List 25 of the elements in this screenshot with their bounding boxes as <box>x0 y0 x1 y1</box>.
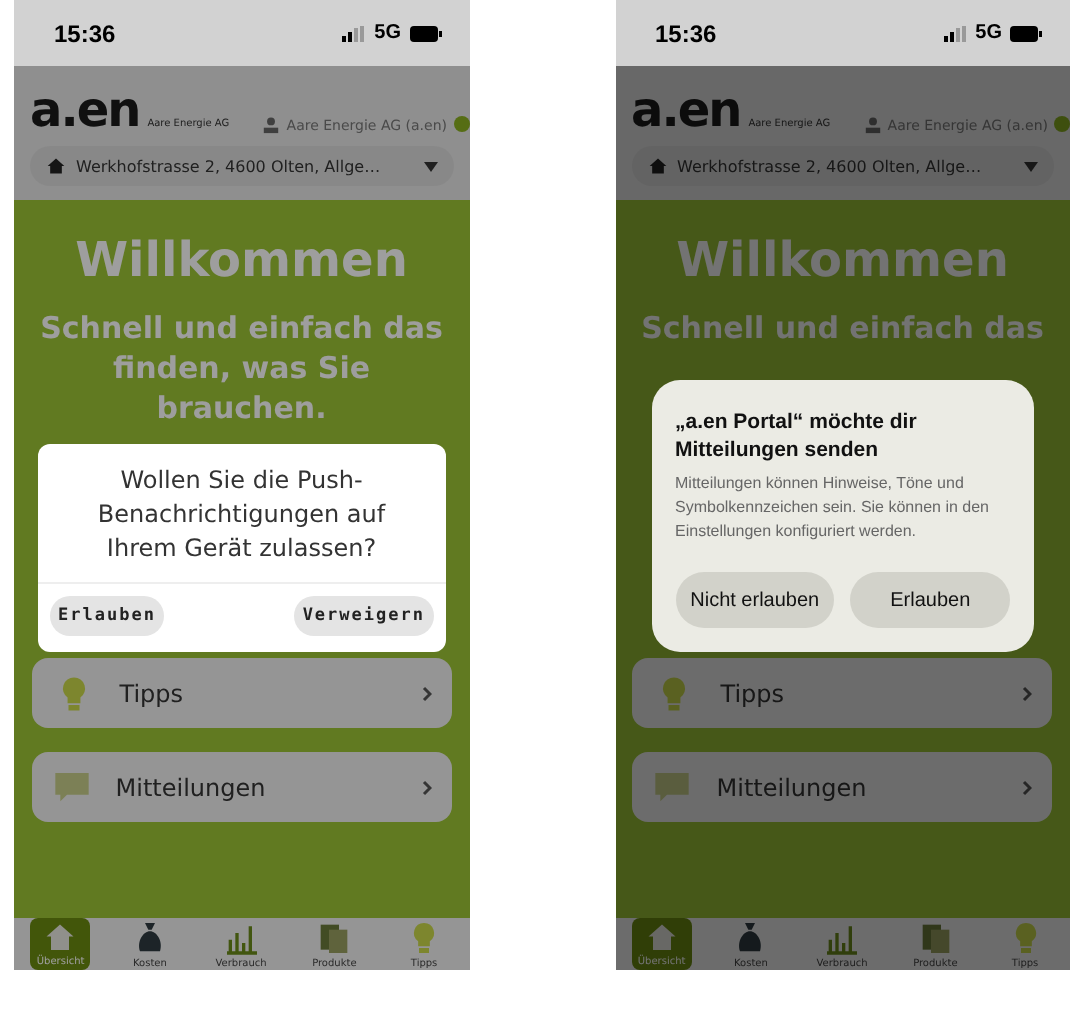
clock: 15:36 <box>655 19 717 47</box>
dialog-button[interactable]: Erlauben <box>50 596 164 636</box>
tips-card[interactable]: Tipps <box>632 658 1053 728</box>
messages-card[interactable]: Mitteilungen <box>632 752 1053 822</box>
dialog-button[interactable]: Verweigern <box>294 596 433 636</box>
alert-message: Mitteilungen können Hinweise, Töne und Symbolkennzeichen sein. Sie können in den Einstellungen konfiguriert werden. <box>675 472 991 544</box>
tagline-line: brauchen. <box>154 388 329 428</box>
tagline-line: Schnell und einfach das <box>641 308 1044 348</box>
messages-card[interactable]: Mitteilungen <box>31 752 452 822</box>
tips-card[interactable]: Tipps <box>31 658 452 728</box>
welcome-heading: Willkommen <box>676 232 1009 288</box>
alert-button[interactable]: Nicht erlauben <box>675 572 835 628</box>
logo: a.en <box>631 86 741 134</box>
logo: a.en <box>30 86 140 134</box>
network-label: 5G <box>374 22 401 44</box>
alert-button[interactable]: Erlauben <box>850 572 1010 628</box>
tagline-line: finden, was Sie <box>110 348 373 388</box>
address-selector[interactable]: Werkhofstrasse 2, 4600 Olten, Allge… <box>631 146 1054 186</box>
dialog-message: Wollen Sie die Push-Benachrichtigungen auf Ihrem Gerät zulassen? <box>38 444 445 584</box>
tagline-line: Schnell und einfach das <box>40 308 443 348</box>
clock: 15:36 <box>54 19 116 47</box>
network-label: 5G <box>975 22 1002 44</box>
address-selector[interactable]: Werkhofstrasse 2, 4600 Olten, Allge… <box>30 146 453 186</box>
welcome-heading: Willkommen <box>75 232 408 288</box>
alert-title: „a.en Portal“ möchte dir Mitteilungen senden <box>675 408 919 464</box>
